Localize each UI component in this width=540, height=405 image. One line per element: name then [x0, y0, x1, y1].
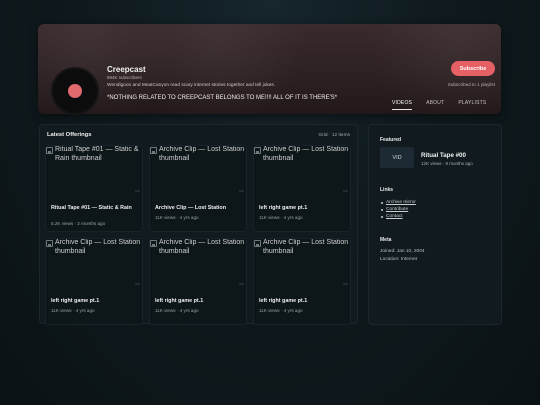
video-meta: 11K views · 4 yrs ago: [155, 308, 199, 313]
featured-heading: Featured: [380, 137, 402, 143]
video-thumbnail[interactable]: Archive Clip — Lost Station thumbnail: [254, 146, 350, 196]
latest-offerings-panel: Latest Offerings Grid · 12 items Ritual …: [39, 124, 358, 325]
link-item: Contact: [380, 213, 416, 220]
subscribed-note: Subscribed to 1 playlist: [447, 82, 495, 87]
video-meta: 11K views · 4 yrs ago: [51, 308, 95, 313]
featured-meta: 12K views · 9 months ago: [421, 161, 473, 166]
video-card[interactable]: Archive Clip — Lost Station thumbnail Ar…: [149, 145, 247, 232]
video-title[interactable]: left right game pt.1: [155, 298, 243, 305]
link-contribute[interactable]: Contribute: [386, 207, 408, 212]
channel-avatar[interactable]: [51, 67, 99, 115]
duration-badge: [343, 283, 348, 285]
video-card[interactable]: Archive Clip — Lost Station thumbnail le…: [45, 238, 143, 325]
video-meta: 5.2K views · 2 months ago: [51, 221, 106, 226]
video-title[interactable]: Archive Clip — Lost Station: [155, 205, 243, 212]
duration-badge: [343, 190, 348, 192]
video-thumbnail[interactable]: Archive Clip — Lost Station thumbnail: [150, 239, 246, 289]
video-thumbnail[interactable]: Archive Clip — Lost Station thumbnail: [46, 239, 142, 289]
avatar-dot-icon: [68, 84, 82, 98]
links-list: Archive mirror Contribute Contact: [380, 199, 416, 220]
channel-tabs: VIDEOS ABOUT PLAYLISTS: [392, 100, 486, 110]
featured-title[interactable]: Ritual Tape #00: [421, 152, 466, 159]
meta-heading: Meta: [380, 237, 392, 243]
link-contact[interactable]: Contact: [386, 214, 403, 219]
video-thumbnail[interactable]: Archive Clip — Lost Station thumbnail: [150, 146, 246, 196]
video-meta: 11K views · 4 yrs ago: [259, 308, 303, 313]
links-heading: Links: [380, 187, 394, 193]
video-title[interactable]: left right game pt.1: [259, 205, 347, 212]
channel-name: Creepcast: [107, 65, 146, 74]
video-card[interactable]: Archive Clip — Lost Station thumbnail le…: [149, 238, 247, 325]
video-meta: 11K views · 4 yrs ago: [155, 215, 199, 220]
sidebar-panel: Featured VID Ritual Tape #00 12K views ·…: [368, 124, 502, 325]
video-card[interactable]: Archive Clip — Lost Station thumbnail le…: [253, 238, 351, 325]
featured-thumbnail[interactable]: VID: [380, 147, 414, 168]
location: Location: Internet: [380, 257, 418, 262]
channel-notice: *NOTHING RELATED TO CREEPCAST BELONGS TO…: [107, 95, 338, 101]
link-archive-mirror[interactable]: Archive mirror: [386, 200, 416, 205]
tab-about[interactable]: ABOUT: [426, 100, 444, 110]
grid-item-count: Grid · 12 items: [318, 133, 350, 138]
thumbnail-alt-text: Archive Clip — Lost Station thumbnail: [263, 146, 349, 162]
thumbnail-alt-text: Archive Clip — Lost Station thumbnail: [159, 146, 245, 162]
video-title[interactable]: Ritual Tape #01 — Static & Rain: [51, 205, 139, 212]
video-card[interactable]: Archive Clip — Lost Station thumbnail le…: [253, 145, 351, 232]
duration-badge: [135, 190, 140, 192]
subscriber-count: 894K subscribers: [107, 75, 142, 80]
duration-badge: [239, 283, 244, 285]
video-thumbnail[interactable]: Ritual Tape #01 — Static & Rain thumbnai…: [46, 146, 142, 196]
thumbnail-alt-text: Ritual Tape #01 — Static & Rain thumbnai…: [55, 146, 139, 162]
channel-description: Wendigoon and MeatCanyon read scary inte…: [107, 83, 276, 88]
thumbnail-alt-text: Archive Clip — Lost Station thumbnail: [159, 239, 245, 255]
subscribe-button[interactable]: Subscribe: [451, 61, 495, 76]
thumbnail-alt-text: Archive Clip — Lost Station thumbnail: [263, 239, 349, 255]
link-item: Contribute: [380, 206, 416, 213]
joined-date: Joined: Jan 10, 2004: [380, 249, 425, 254]
link-item: Archive mirror: [380, 199, 416, 206]
duration-badge: [135, 283, 140, 285]
tab-videos[interactable]: VIDEOS: [392, 100, 413, 110]
duration-badge: [239, 190, 244, 192]
video-meta: 11K views · 4 yrs ago: [259, 215, 303, 220]
video-title[interactable]: left right game pt.1: [259, 298, 347, 305]
tab-playlists[interactable]: PLAYLISTS: [458, 100, 486, 110]
section-title: Latest Offerings: [47, 132, 92, 138]
video-card[interactable]: Ritual Tape #01 — Static & Rain thumbnai…: [45, 145, 143, 232]
video-thumbnail[interactable]: Archive Clip — Lost Station thumbnail: [254, 239, 350, 289]
thumbnail-alt-text: Archive Clip — Lost Station thumbnail: [55, 239, 141, 255]
video-title[interactable]: left right game pt.1: [51, 298, 139, 305]
